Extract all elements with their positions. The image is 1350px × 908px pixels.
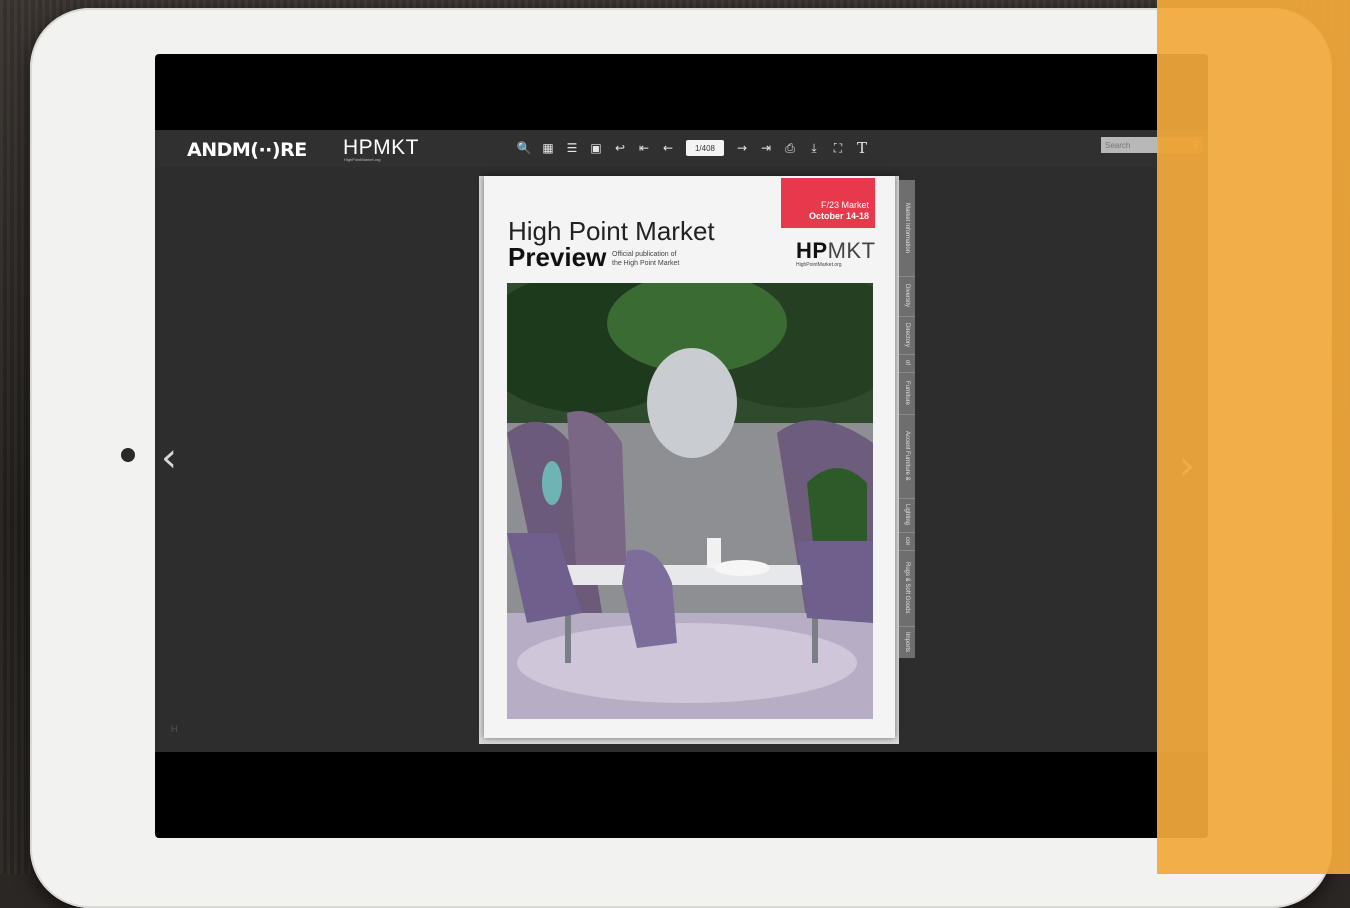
tab-accent-furniture[interactable]: Accent Furniture & [899, 414, 915, 499]
toolbar-controls: 🔍 ▦ ☰ ▣ ↩ ⇤ ← 1/408 → ⇥ ⎙ ⤓ ⛶ T [512, 136, 874, 160]
single-page-icon[interactable]: ▣ [584, 136, 608, 160]
thumbnails-icon[interactable]: ▦ [536, 136, 560, 160]
viewer-toolbar: ANDM(··)RE HPMKT HighPointMarket.org 🔍 ▦… [155, 130, 1208, 167]
hpmkt-logo-sub: HighPointMarket.org [344, 157, 381, 162]
tab-decor[interactable]: cor [899, 532, 915, 551]
last-page-icon[interactable]: ⇥ [754, 136, 778, 160]
next-page-icon[interactable]: → [730, 136, 754, 160]
tab-directory[interactable]: Directory [899, 316, 915, 355]
tab-lighting[interactable]: Lighting [899, 498, 915, 533]
tablet-screen: ANDM(··)RE HPMKT HighPointMarket.org 🔍 ▦… [155, 54, 1208, 838]
tab-imports[interactable]: Imports [899, 626, 915, 658]
prev-page-icon[interactable]: ← [656, 136, 680, 160]
cover-photo [507, 283, 873, 719]
cover-brand-sub: HighPointMarket.org [796, 262, 842, 268]
market-name: F/23 Market [820, 200, 869, 210]
list-icon[interactable]: ☰ [560, 136, 584, 160]
tab-market-information[interactable]: Market Information [899, 180, 915, 277]
page-indicator[interactable]: 1/408 [686, 140, 724, 156]
cover-subtitle-line1: Official publication of [612, 251, 677, 258]
zoom-icon[interactable]: 🔍 [512, 136, 536, 160]
tab-diversity[interactable]: Diversity [899, 276, 915, 317]
camera-dot [121, 448, 135, 462]
download-icon[interactable]: ⤓ [802, 136, 826, 160]
tab-rugs-soft-goods[interactable]: Rugs & Soft Goods [899, 550, 915, 627]
cover-brand: HPMKT [796, 238, 876, 264]
section-tabs: Market Information Diversity Directory o… [899, 180, 915, 658]
corner-mark-left: H [171, 724, 178, 734]
andmore-logo[interactable]: ANDM(··)RE [187, 139, 307, 161]
cover-brand-bold: HP [796, 238, 828, 263]
search-input[interactable] [1101, 137, 1159, 153]
print-icon[interactable]: ⎙ [778, 136, 802, 160]
previous-arrow-icon[interactable]: ‹ [161, 438, 183, 480]
tab-furniture[interactable]: Furniture [899, 372, 915, 415]
cover-title-bold: Preview [508, 242, 607, 272]
market-dates: October 14-18 [808, 211, 869, 221]
share-icon[interactable]: ↩ [608, 136, 632, 160]
cover-subtitle-line2: the High Point Market [612, 260, 680, 267]
cover-subtitle: Official publication of the High Point M… [612, 250, 702, 268]
orange-overlay [1157, 0, 1350, 874]
market-badge: F/23 Market October 14-18 [781, 178, 875, 228]
magazine-cover[interactable]: High Point Market Preview Official publi… [484, 176, 895, 738]
fullscreen-icon[interactable]: ⛶ [826, 136, 850, 160]
text-icon[interactable]: T [850, 136, 874, 160]
cover-brand-thin: MKT [827, 238, 876, 263]
tab-of[interactable]: of [899, 354, 915, 373]
cover-photo-illustration [507, 283, 873, 719]
first-page-icon[interactable]: ⇤ [632, 136, 656, 160]
